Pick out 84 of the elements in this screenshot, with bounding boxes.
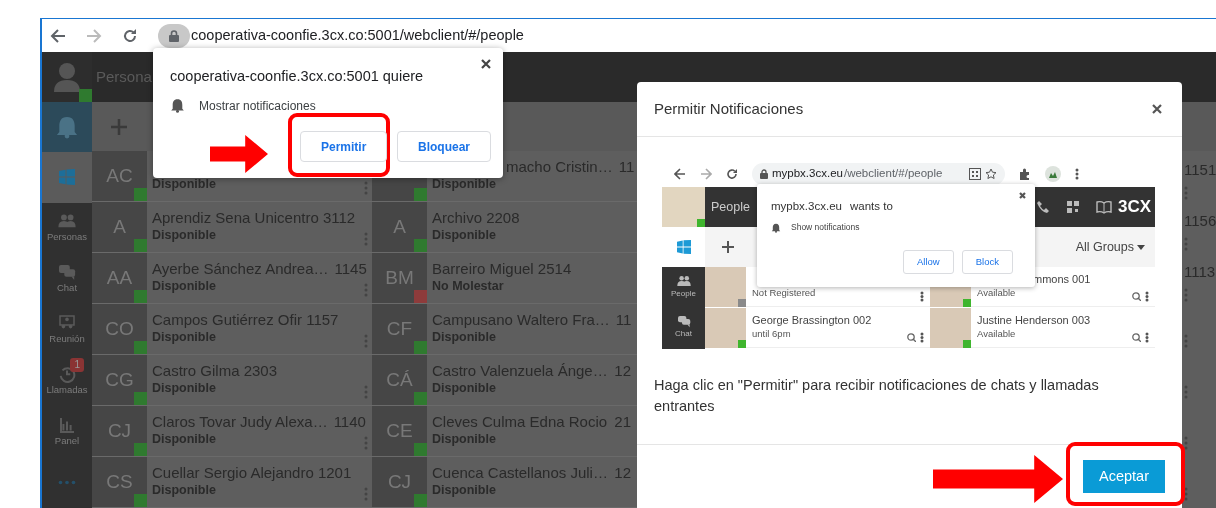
kebab-menu-icon[interactable]	[920, 291, 924, 302]
back-arrow-icon	[674, 167, 686, 180]
windows-icon	[58, 168, 76, 187]
dialog-title: Permitir Notificaciones	[654, 98, 804, 119]
bell-icon	[771, 222, 781, 233]
more-dots-icon	[58, 480, 76, 486]
kebab-menu-icon[interactable]	[1145, 332, 1149, 343]
plus-icon	[721, 240, 735, 254]
chat-bubbles-icon	[676, 314, 691, 328]
qr-code-icon	[969, 167, 981, 180]
search-icon	[1132, 292, 1141, 301]
bell-icon	[55, 114, 79, 139]
profile-circle-icon	[1045, 165, 1061, 182]
reload-icon	[726, 167, 738, 180]
sidebar-label: People	[671, 288, 696, 300]
page-title: People	[711, 198, 750, 216]
windows-icon	[675, 239, 692, 255]
sidebar-item[interactable]: Llamadas 1	[42, 355, 92, 407]
qr-code-icon	[1065, 200, 1080, 214]
sidebar-item[interactable]: Personas	[42, 202, 92, 254]
sidebar-label: Reunión	[49, 331, 85, 346]
allow-button[interactable]: Permitir	[300, 131, 388, 162]
accept-button[interactable]: Aceptar	[1083, 460, 1165, 493]
forward-arrow-icon[interactable]	[86, 27, 102, 44]
group-filter[interactable]: All Groups	[1075, 237, 1134, 257]
sidebar-label: Personas	[46, 230, 88, 245]
permission-label: Mostrar notificaciones	[199, 97, 316, 115]
caret-icon	[1137, 244, 1145, 250]
contact-name: George Brassington 002	[752, 313, 872, 327]
sidebar-label: Chat	[56, 280, 78, 295]
sidebar-label: Panel	[54, 433, 80, 448]
book-icon	[1095, 200, 1112, 214]
sidebar-label: Llamadas	[46, 382, 88, 397]
search-icon	[1132, 333, 1141, 342]
bar-chart-icon	[58, 415, 76, 434]
kebab-menu-icon[interactable]	[1145, 291, 1149, 302]
reload-icon[interactable]	[122, 27, 138, 44]
lock-icon[interactable]	[158, 23, 190, 48]
dialog-message: Haga clic en "Permitir" para recibir notificaciones de chats y llamadas entrantes	[654, 376, 1100, 416]
popup-message: cooperativa-coonfie.3cx.co:5001 quiere	[170, 67, 425, 86]
sidebar-item[interactable]: Reunión	[42, 304, 92, 356]
permission-label: Show notifications	[791, 221, 860, 234]
url-path: /webclient/#/people	[843, 165, 943, 181]
close-icon[interactable]	[1018, 191, 1027, 200]
allow-button[interactable]: Allow	[903, 250, 954, 274]
close-icon[interactable]	[1151, 103, 1163, 115]
history-icon	[58, 364, 76, 383]
block-button[interactable]: Block	[961, 250, 1013, 274]
phone-icon	[1035, 200, 1050, 214]
url-host: mypbx.3cx.eu	[772, 165, 843, 181]
logo-text: 3CX	[1117, 196, 1151, 219]
puzzle-icon	[1019, 167, 1031, 180]
kebab-menu-icon[interactable]	[920, 332, 924, 343]
presence-indicator	[79, 89, 92, 102]
kebab-menu-icon[interactable]	[1075, 167, 1079, 180]
star-icon	[985, 167, 997, 180]
block-button[interactable]: Bloquear	[397, 131, 491, 162]
contact-status: Not Registered	[752, 286, 816, 300]
sidebar-item[interactable]	[42, 151, 92, 203]
search-icon	[907, 333, 916, 342]
count-badge: 1	[70, 358, 84, 373]
contact-status: Available	[977, 327, 1017, 341]
plus-icon[interactable]	[110, 117, 128, 136]
bell-icon	[170, 98, 185, 114]
people-icon	[676, 274, 691, 288]
chat-bubbles-icon	[58, 262, 76, 281]
sidebar-item[interactable]: Panel	[42, 406, 92, 458]
site-name: mypbx.3cx.eu	[771, 199, 842, 214]
contact-status: until 6pm	[752, 327, 792, 341]
sidebar-item[interactable]	[42, 102, 92, 152]
person-icon	[54, 62, 80, 92]
sidebar-item[interactable]: Chat	[42, 253, 92, 305]
contact-status: Available	[977, 286, 1017, 300]
contact-name: Justine Henderson 003	[977, 313, 1091, 327]
sidebar-label: Chat	[675, 328, 692, 340]
pointer-arrow	[210, 135, 268, 173]
padlock-icon	[169, 29, 179, 42]
presence-indicator	[697, 219, 705, 227]
padlock-icon	[760, 168, 768, 179]
request-text: wants to	[849, 199, 893, 214]
forward-arrow-icon	[700, 167, 712, 180]
back-arrow-icon[interactable]	[50, 27, 66, 44]
close-icon[interactable]	[480, 58, 492, 70]
address-bar-url[interactable]: cooperativa-coonfie.3cx.co:5001/webclient/#/people	[191, 24, 524, 47]
